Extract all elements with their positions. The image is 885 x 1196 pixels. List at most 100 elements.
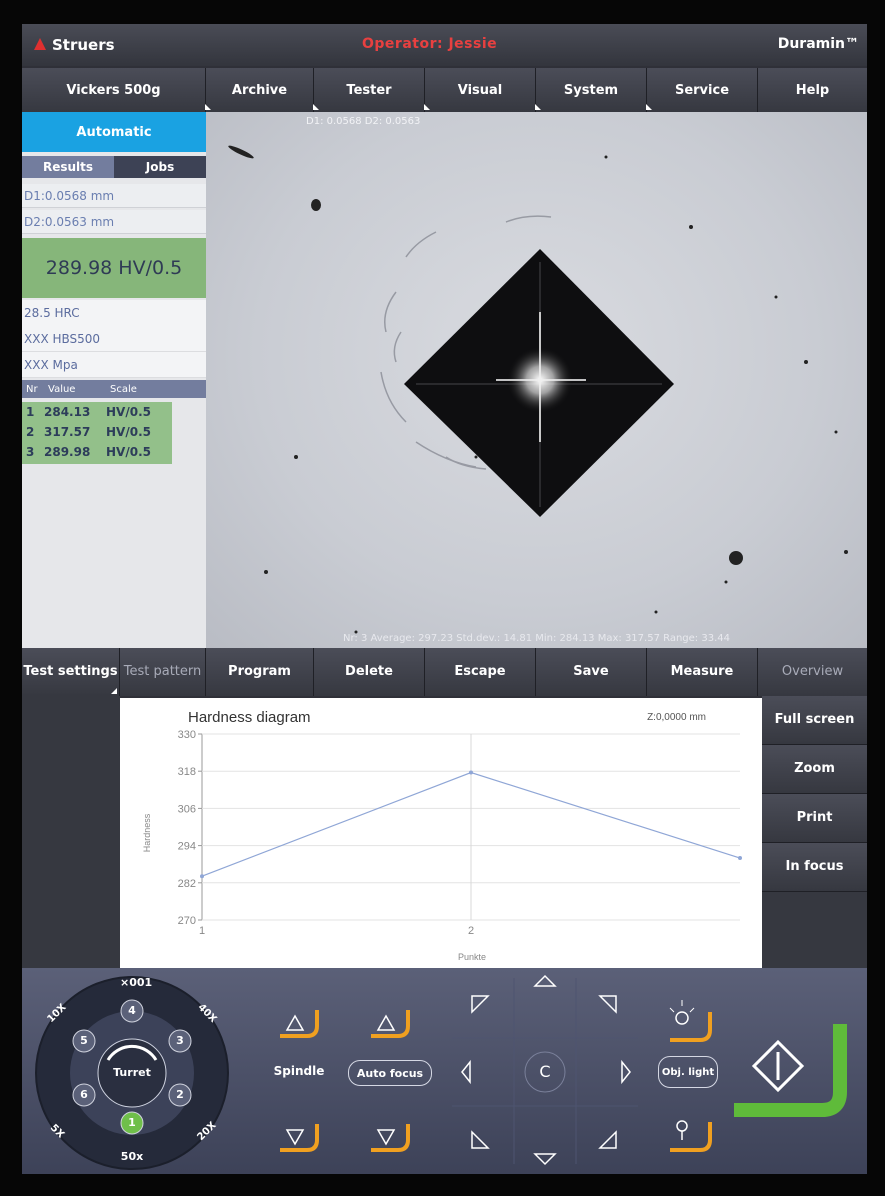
x-tick-label: 1: [199, 925, 205, 937]
stage-right-button[interactable]: [621, 1059, 631, 1085]
table-row[interactable]: 1 284.13 HV/0.5: [22, 402, 172, 422]
results-table-header: Nr Value Scale: [22, 380, 206, 398]
turret-pos-1-label: 1: [128, 1116, 136, 1129]
delete-button[interactable]: Delete: [314, 648, 425, 696]
in-focus-button[interactable]: In focus: [762, 843, 867, 892]
header-scale: Scale: [110, 383, 137, 395]
spindle-up-button[interactable]: [280, 1010, 319, 1038]
zoom-button[interactable]: Zoom: [762, 745, 867, 794]
objective-light-button[interactable]: Obj. light: [658, 1056, 718, 1088]
row-nr: 2: [26, 425, 35, 439]
autofocus-down-button[interactable]: [371, 1124, 410, 1152]
d1-readout: D1:0.0568 mm: [22, 184, 206, 208]
turret-center-label[interactable]: Turret: [104, 1066, 160, 1079]
stage-down-button[interactable]: [533, 1153, 557, 1166]
menu-tester[interactable]: Tester: [313, 68, 425, 112]
full-screen-button[interactable]: Full screen: [762, 696, 867, 745]
side-buttons: Full screen Zoom Print In focus: [762, 696, 867, 968]
microscope-image[interactable]: D1: 0.0568 D2: 0.0563 Nr: 3 Average: 297…: [206, 112, 867, 648]
title-bar: Struers Operator: Jessie Duramin™: [22, 24, 867, 66]
y-tick-label: 282: [178, 878, 196, 890]
overview-button[interactable]: Overview: [758, 648, 867, 696]
turret-pos-4-label: 4: [128, 1004, 136, 1017]
row-scale: HV/0.5: [106, 445, 151, 459]
test-pattern-button[interactable]: Test pattern: [120, 648, 206, 696]
y-axis-label: Hardness: [142, 813, 152, 852]
table-row[interactable]: 3 289.98 HV/0.5: [22, 442, 172, 462]
control-panel: ×001 50x Turret 4 3 2 1 6 5 10X 40X 20X …: [22, 968, 867, 1174]
menu-help[interactable]: Help: [758, 68, 867, 112]
menu-system[interactable]: System: [535, 68, 647, 112]
tab-results[interactable]: Results: [22, 156, 114, 178]
y-tick-label: 330: [178, 729, 196, 741]
stage-left-button[interactable]: [461, 1059, 471, 1085]
print-button[interactable]: Print: [762, 794, 867, 843]
measure-button[interactable]: Measure: [647, 648, 758, 696]
turret-pos-2-label: 2: [176, 1088, 184, 1101]
d2-readout: D2:0.0563 mm: [22, 210, 206, 234]
auto-focus-button[interactable]: Auto focus: [348, 1060, 432, 1086]
brand-logo: Struers: [52, 36, 115, 54]
data-point: [738, 856, 742, 861]
results-table: 1 284.13 HV/0.5 2 317.57 HV/0.5 3 289.98…: [22, 402, 172, 464]
stage-center-label: C: [539, 1062, 551, 1081]
stage-down-left-button[interactable]: [471, 1130, 490, 1149]
y-tick-label: 306: [178, 803, 196, 815]
turret-top-label: ×001: [120, 976, 153, 989]
menu-visual[interactable]: Visual: [424, 68, 536, 112]
conversion-mpa: XXX Mpa: [22, 352, 206, 378]
row-scale: HV/0.5: [106, 425, 151, 439]
results-tabs: Results Jobs: [22, 156, 206, 178]
row-scale: HV/0.5: [106, 405, 151, 419]
stage-down-right-button[interactable]: [598, 1130, 617, 1149]
row-value: 317.57: [44, 425, 91, 439]
hardness-chart: Hardness diagram Z:0,0000 mm Hardness Pu…: [120, 698, 762, 968]
conversion-hbs: XXX HBS500: [22, 326, 206, 352]
menu-service[interactable]: Service: [646, 68, 758, 112]
test-settings-button[interactable]: Test settings: [22, 648, 120, 696]
menu-archive[interactable]: Archive: [205, 68, 314, 112]
x-axis-label: Punkte: [458, 952, 486, 962]
spindle-down-button[interactable]: [280, 1124, 319, 1152]
tab-jobs[interactable]: Jobs: [114, 156, 206, 178]
start-button[interactable]: [734, 1024, 847, 1117]
row-nr: 3: [26, 445, 35, 459]
program-button[interactable]: Program: [206, 648, 314, 696]
stage-up-button[interactable]: [533, 974, 557, 987]
autofocus-up-button[interactable]: [371, 1010, 410, 1038]
data-point: [469, 770, 473, 775]
light-down-button[interactable]: [670, 1120, 712, 1152]
y-tick-label: 294: [178, 841, 196, 853]
hardness-chart-svg: Hardness diagram Z:0,0000 mm Hardness Pu…: [142, 709, 742, 962]
stage-up-right-button[interactable]: [598, 995, 617, 1014]
indentation-image: [228, 145, 848, 634]
row-value: 284.13: [44, 405, 91, 419]
y-tick-label: 270: [178, 915, 196, 927]
turret-pos-5-label: 5: [80, 1034, 88, 1047]
turret-pos-3-label: 3: [176, 1034, 184, 1047]
chart-title: Hardness diagram: [188, 709, 311, 726]
save-button[interactable]: Save: [536, 648, 647, 696]
operator-label: Operator: Jessie: [362, 36, 498, 52]
top-menu: Vickers 500g Archive Tester Visual Syste…: [22, 68, 867, 112]
escape-button[interactable]: Escape: [425, 648, 536, 696]
row-nr: 1: [26, 405, 35, 419]
table-row[interactable]: 2 317.57 HV/0.5: [22, 422, 172, 442]
results-panel: Automatic Results Jobs D1:0.0568 mm D2:0…: [22, 112, 206, 648]
stage-up-left-button[interactable]: [471, 995, 490, 1014]
turret-bottom-label: 50x: [120, 1150, 144, 1163]
struers-logo-icon: [34, 38, 46, 50]
light-up-button[interactable]: [669, 1000, 712, 1042]
row-value: 289.98: [44, 445, 91, 459]
bottom-toolbar: Test settings Test pattern Program Delet…: [22, 648, 867, 696]
menu-method[interactable]: Vickers 500g: [22, 68, 206, 112]
image-stats-readout: Nr: 3 Average: 297.23 Std.dev.: 14.81 Mi…: [343, 633, 730, 644]
x-tick-label: 2: [468, 925, 474, 937]
header-nr: Nr: [26, 383, 38, 395]
turret-pos-6-label: 6: [80, 1088, 88, 1101]
header-value: Value: [48, 383, 76, 395]
product-name: Duramin™: [777, 36, 859, 52]
mode-button[interactable]: Automatic: [22, 112, 206, 152]
data-point: [200, 874, 204, 879]
chart-left-margin: [22, 696, 120, 968]
